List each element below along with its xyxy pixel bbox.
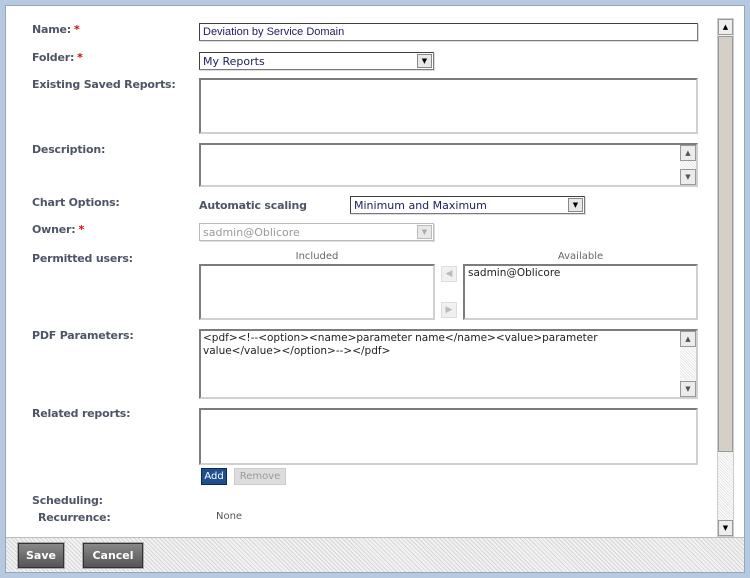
owner-label: Owner: * [32, 223, 84, 236]
owner-select: sadmin@Oblicore ▼ [199, 223, 434, 241]
cancel-button[interactable]: Cancel [82, 542, 144, 569]
scroll-up-icon[interactable]: ▲ [718, 19, 733, 35]
name-label: Name: * [32, 23, 80, 36]
chevron-down-icon: ▼ [568, 198, 583, 212]
recurrence-label: Recurrence: [38, 511, 111, 524]
folder-select[interactable]: My Reports ▼ [199, 52, 434, 70]
description-textarea[interactable]: ▲ ▼ [199, 143, 698, 187]
save-button[interactable]: Save [17, 542, 65, 569]
related-reports-label: Related reports: [32, 407, 131, 420]
page-scrollbar[interactable]: ▲ ▼ [717, 18, 734, 537]
scroll-up-icon[interactable]: ▲ [680, 331, 696, 347]
list-item[interactable]: sadmin@Oblicore [468, 267, 693, 279]
pdf-parameters-textarea[interactable]: <pdf><!--<option><name>parameter name</n… [199, 329, 698, 399]
move-left-arrow-icon[interactable]: ◀ [441, 266, 457, 282]
scroll-down-icon[interactable]: ▼ [680, 169, 696, 185]
scroll-up-icon[interactable]: ▲ [680, 145, 696, 161]
report-dialog: Name:* Folder:* My Reports▼ Existing Sav… [5, 5, 745, 573]
permitted-users-label: Permitted users: [32, 252, 133, 265]
available-label: Available [557, 251, 604, 262]
existing-reports-label: Existing Saved Reports: [32, 78, 176, 91]
automatic-scaling-select[interactable]: Minimum and Maximum ▼ [350, 196, 585, 214]
related-reports-list[interactable] [199, 408, 698, 465]
scrollbar[interactable]: ▲ ▼ [680, 331, 696, 397]
name-input[interactable] [199, 23, 698, 41]
chevron-down-icon: ▼ [417, 54, 432, 68]
included-users-list[interactable] [199, 264, 435, 320]
available-users-list[interactable]: sadmin@Oblicore [463, 264, 698, 320]
description-label: Description: [32, 143, 106, 156]
recurrence-value: None [216, 511, 243, 522]
add-button[interactable]: Add [201, 468, 227, 485]
chevron-down-icon: ▼ [417, 225, 432, 239]
automatic-scaling-label: Automatic scaling [199, 199, 307, 212]
move-right-arrow-icon[interactable]: ▶ [441, 302, 457, 318]
scrollbar-thumb[interactable] [718, 36, 733, 452]
scroll-down-icon[interactable]: ▼ [680, 381, 696, 397]
existing-reports-list[interactable] [199, 78, 698, 134]
footer-bar: Save Cancel [6, 537, 744, 572]
scrollbar[interactable]: ▲ ▼ [680, 145, 696, 185]
chart-options-label: Chart Options: [32, 196, 120, 209]
folder-label: Folder: * [32, 51, 83, 64]
remove-button[interactable]: Remove [234, 468, 286, 485]
scroll-down-icon[interactable]: ▼ [718, 520, 733, 536]
pdf-parameters-label: PDF Parameters: [32, 329, 134, 342]
scheduling-label: Scheduling: [32, 494, 103, 507]
included-label: Included [295, 251, 339, 262]
